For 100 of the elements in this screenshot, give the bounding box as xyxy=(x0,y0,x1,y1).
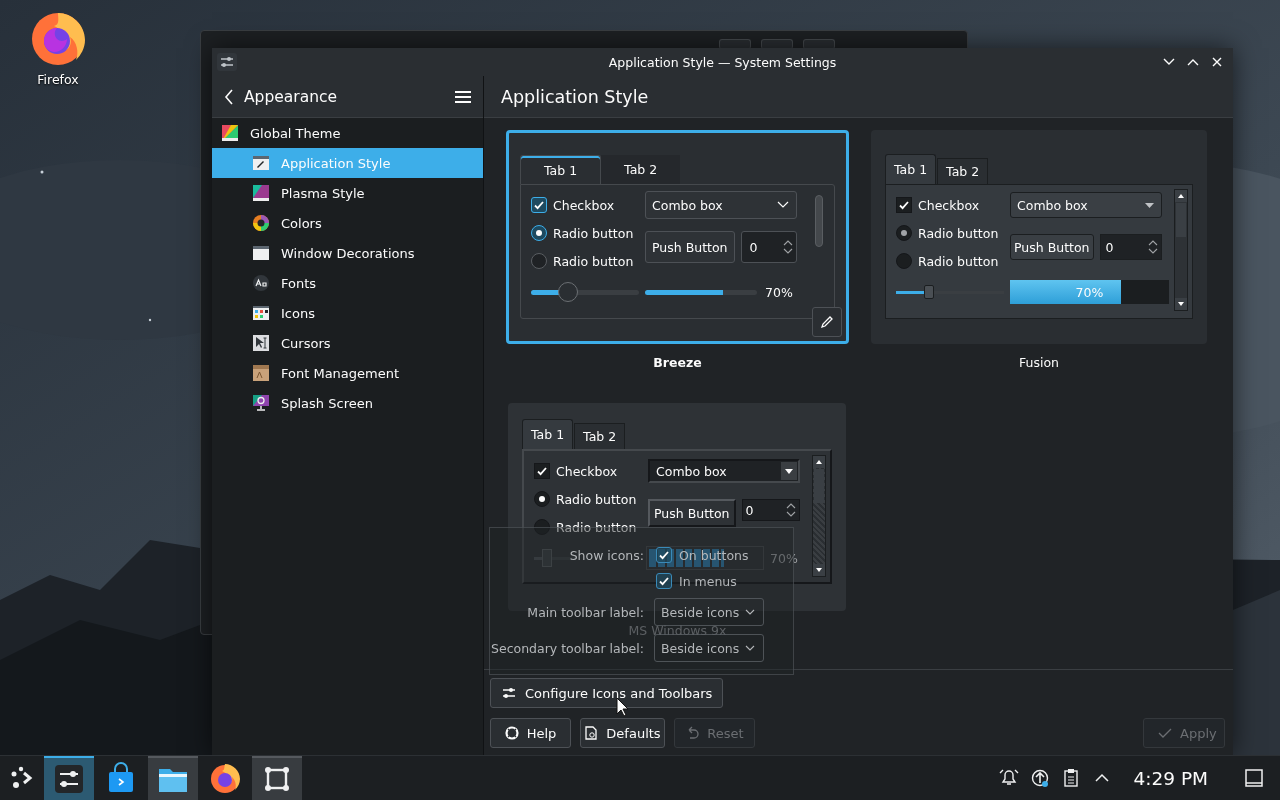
show-desktop-button[interactable] xyxy=(1245,769,1263,787)
cursor-icon xyxy=(252,334,270,352)
sliders-icon xyxy=(217,53,237,71)
radio-button[interactable] xyxy=(896,253,912,269)
tab[interactable]: Tab 1 xyxy=(520,155,602,184)
sidebar-item[interactable]: Splash Screen xyxy=(212,388,483,418)
tab[interactable]: Tab 2 xyxy=(601,155,681,184)
progress-label: 70% xyxy=(1074,284,1105,300)
slider-handle[interactable] xyxy=(924,285,935,299)
tab[interactable]: Tab 2 xyxy=(574,423,626,449)
spin-box[interactable]: 0 xyxy=(740,231,797,263)
slider[interactable] xyxy=(896,282,1004,302)
radio-label: Radio button xyxy=(918,225,999,241)
mouse-pointer-icon xyxy=(616,697,629,717)
square-icon xyxy=(1245,769,1263,787)
sliders-icon xyxy=(501,685,517,701)
scroll-up-icon xyxy=(813,456,825,468)
pencil-icon xyxy=(820,315,834,329)
slider[interactable] xyxy=(531,282,639,302)
menu-icon xyxy=(455,89,471,104)
font-package-icon xyxy=(252,364,270,382)
combo-box[interactable]: Combo box xyxy=(1010,192,1162,218)
sidebar-item[interactable]: Plasma Style xyxy=(212,178,483,208)
window-title: Application Style — System Settings xyxy=(608,54,837,70)
desktop-icon-label[interactable]: Firefox xyxy=(37,72,79,87)
configure-button[interactable]: Configure Icons and Toolbars xyxy=(490,678,724,708)
back-icon xyxy=(224,88,234,105)
clock[interactable]: 4:29 PM xyxy=(1133,767,1208,789)
checkbox-label: Checkbox xyxy=(918,197,980,213)
task-button[interactable] xyxy=(252,756,302,800)
scrollbar-handle[interactable] xyxy=(814,469,824,503)
radio-label: Radio button xyxy=(556,491,637,507)
checkbox[interactable] xyxy=(656,547,672,563)
scrollbar[interactable] xyxy=(812,455,826,577)
sidebar-item[interactable]: Colors xyxy=(212,208,483,238)
scrollbar-handle[interactable] xyxy=(1176,203,1186,237)
scroll-down-icon xyxy=(813,564,825,576)
back-button[interactable] xyxy=(224,88,234,105)
tab[interactable]: Tab 1 xyxy=(522,419,574,449)
edit-button[interactable] xyxy=(812,307,842,337)
update-icon xyxy=(1030,768,1051,788)
field-label: Secondary toolbar label: xyxy=(491,640,644,656)
chevron-down-icon xyxy=(745,645,755,651)
checkbox-label: In menus xyxy=(679,573,737,589)
radio-button[interactable] xyxy=(896,225,912,241)
checkbox-label: On buttons xyxy=(679,547,749,563)
scrollbar[interactable] xyxy=(1174,189,1188,311)
sidebar-item[interactable]: Global Theme xyxy=(212,118,483,148)
progress-label: 70% xyxy=(765,284,793,300)
radio-button[interactable] xyxy=(534,491,550,507)
dropdown-arrow-icon xyxy=(1145,202,1154,208)
page-title: Application Style xyxy=(501,86,649,107)
combo-box[interactable]: Beside icons xyxy=(654,598,764,626)
task-button[interactable] xyxy=(44,756,94,800)
push-button[interactable]: Push Button xyxy=(648,499,736,527)
radio-button[interactable] xyxy=(534,519,550,535)
sidebar-item[interactable]: Icons xyxy=(212,298,483,328)
checkbox-label: Checkbox xyxy=(553,197,615,213)
checkbox[interactable] xyxy=(656,573,672,589)
checkbox[interactable] xyxy=(531,197,547,213)
tab[interactable]: Tab 2 xyxy=(937,158,989,184)
task-button[interactable] xyxy=(148,756,198,800)
chevron-down-icon xyxy=(1163,58,1175,66)
push-button[interactable]: Push Button xyxy=(1010,234,1094,260)
alarm-bell-icon xyxy=(999,768,1020,788)
close-icon xyxy=(1212,57,1222,67)
radio-label: Radio button xyxy=(556,519,637,535)
combo-box[interactable]: Beside icons xyxy=(654,634,764,662)
dots-arrow-icon xyxy=(9,765,35,791)
style-card[interactable]: Tab 1 Tab 2 Checkbox Radio button Radio button Combo box Push Button 0 70% xyxy=(871,130,1207,344)
menu-button[interactable] xyxy=(455,89,471,104)
sidebar-item[interactable]: Fonts xyxy=(212,268,483,298)
radio-button[interactable] xyxy=(531,253,547,269)
radio-button[interactable] xyxy=(531,225,547,241)
sidebar-item[interactable]: Font Management xyxy=(212,358,483,388)
brush-window-icon xyxy=(252,154,270,172)
monitor-icon xyxy=(252,394,270,412)
footer-button[interactable]: Defaults xyxy=(580,718,665,748)
color-wheel-icon xyxy=(252,214,270,232)
checkbox[interactable] xyxy=(896,197,912,213)
chevron-down-icon xyxy=(777,201,789,209)
sidebar-item[interactable]: Cursors xyxy=(212,328,483,358)
footer-button[interactable]: Help xyxy=(490,718,571,748)
check-icon xyxy=(1158,726,1172,740)
slider-handle[interactable] xyxy=(557,282,578,302)
spin-box[interactable]: 0 xyxy=(741,499,800,521)
push-button[interactable]: Push Button xyxy=(645,231,735,263)
sidebar-item[interactable]: Window Decorations xyxy=(212,238,483,268)
combo-box[interactable]: Combo box xyxy=(648,459,800,483)
spin-box[interactable]: 0 xyxy=(1099,234,1162,260)
style-card[interactable]: Tab 1 Tab 2 Checkbox Radio button Radio button Combo box Push Button 0 70% xyxy=(506,130,849,344)
chevron-down-icon xyxy=(745,609,755,615)
scroll-down-icon xyxy=(1175,298,1187,310)
checkbox[interactable] xyxy=(534,463,550,479)
combo-box[interactable]: Combo box xyxy=(645,191,797,219)
spin-arrows-icon xyxy=(786,502,796,518)
scrollbar[interactable] xyxy=(815,195,823,247)
update-button[interactable] xyxy=(1030,768,1051,788)
tab[interactable]: Tab 1 xyxy=(885,154,937,184)
alarm-bell-button[interactable] xyxy=(999,768,1020,788)
